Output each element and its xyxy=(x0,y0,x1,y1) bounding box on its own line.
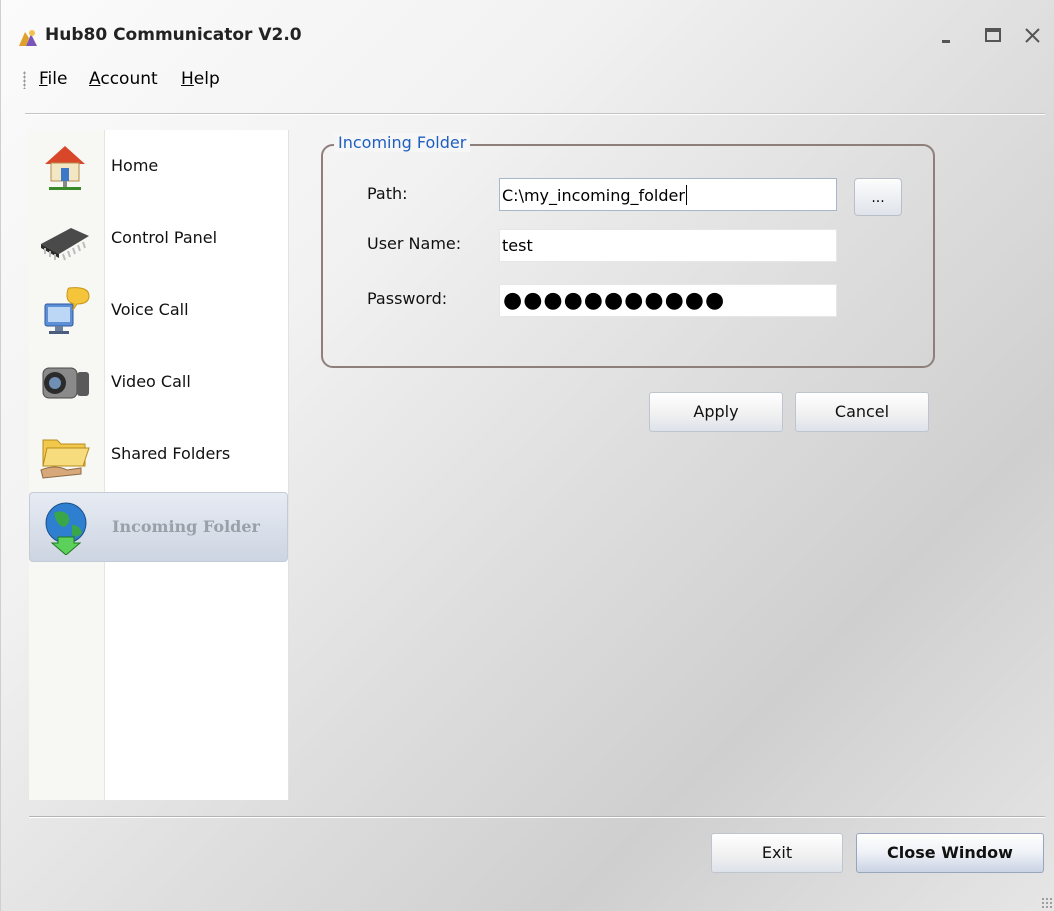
exit-button[interactable]: Exit xyxy=(711,833,843,873)
minimize-icon[interactable] xyxy=(933,22,961,50)
home-icon xyxy=(45,146,85,190)
menu-file-rest: ile xyxy=(47,69,68,89)
menu-account[interactable]: Account xyxy=(89,69,158,89)
window-title: Hub80 Communicator V2.0 xyxy=(45,25,302,45)
sidebar-item-label: Home xyxy=(111,156,159,175)
globe-download-icon xyxy=(45,502,87,555)
app-window: Hub80 Communicator V2.0 File Account Hel… xyxy=(0,0,1054,911)
menu-account-rest: ccount xyxy=(100,69,158,89)
sidebar-item-label: Incoming Folder xyxy=(112,517,260,536)
shared-folder-icon xyxy=(40,439,90,479)
username-value: test xyxy=(502,236,533,255)
close-icon[interactable] xyxy=(1019,22,1047,50)
menu-file[interactable]: File xyxy=(39,69,67,89)
menu-separator xyxy=(25,113,1045,115)
username-input[interactable]: test xyxy=(499,229,837,262)
menu-help-rest: elp xyxy=(193,69,220,89)
group-title: Incoming Folder xyxy=(334,133,471,152)
sidebar-item-home[interactable]: Home xyxy=(29,132,289,202)
menu-help-accel: H xyxy=(181,69,194,89)
camcorder-icon xyxy=(42,367,89,399)
close-window-button[interactable]: Close Window xyxy=(856,833,1044,873)
sidebar-item-control-panel[interactable]: Control Panel xyxy=(29,204,289,274)
app-logo-icon xyxy=(19,30,37,46)
sidebar-item-incoming-folder[interactable]: Incoming Folder xyxy=(29,492,288,562)
path-input[interactable]: C:\my_incoming_folder xyxy=(499,178,837,211)
path-value: C:\my_incoming_folder xyxy=(502,186,685,205)
menu-bar: File Account Help xyxy=(1,64,1054,96)
chip-icon xyxy=(41,228,89,261)
sidebar-item-video-call[interactable]: Video Call xyxy=(29,348,289,418)
menu-file-accel: F xyxy=(39,69,48,89)
cancel-button[interactable]: Cancel xyxy=(795,392,929,432)
browse-button[interactable]: ... xyxy=(854,178,902,216)
sidebar-item-label: Control Panel xyxy=(111,228,218,247)
menu-grip xyxy=(23,71,26,89)
username-label: User Name: xyxy=(367,234,462,253)
text-caret xyxy=(685,185,687,205)
menu-account-accel: A xyxy=(89,69,101,89)
password-mask: ●●●●●●●●●●● xyxy=(503,288,726,313)
apply-button[interactable]: Apply xyxy=(649,392,783,432)
maximize-icon[interactable] xyxy=(979,22,1007,50)
computer-chat-icon xyxy=(44,287,90,334)
password-label: Password: xyxy=(367,289,448,308)
sidebar: Home Control Panel Voice Call Video Call… xyxy=(29,130,289,800)
sidebar-item-label: Video Call xyxy=(111,372,191,391)
sidebar-item-voice-call[interactable]: Voice Call xyxy=(29,276,289,346)
sidebar-item-shared-folders[interactable]: Shared Folders xyxy=(29,420,289,490)
sidebar-item-label: Shared Folders xyxy=(111,444,231,463)
sidebar-item-label: Voice Call xyxy=(111,300,189,319)
resize-grip[interactable] xyxy=(1041,897,1053,909)
title-bar[interactable]: Hub80 Communicator V2.0 xyxy=(1,0,1054,62)
menu-help[interactable]: Help xyxy=(181,69,220,89)
footer-separator xyxy=(29,816,1045,818)
path-label: Path: xyxy=(367,184,408,203)
